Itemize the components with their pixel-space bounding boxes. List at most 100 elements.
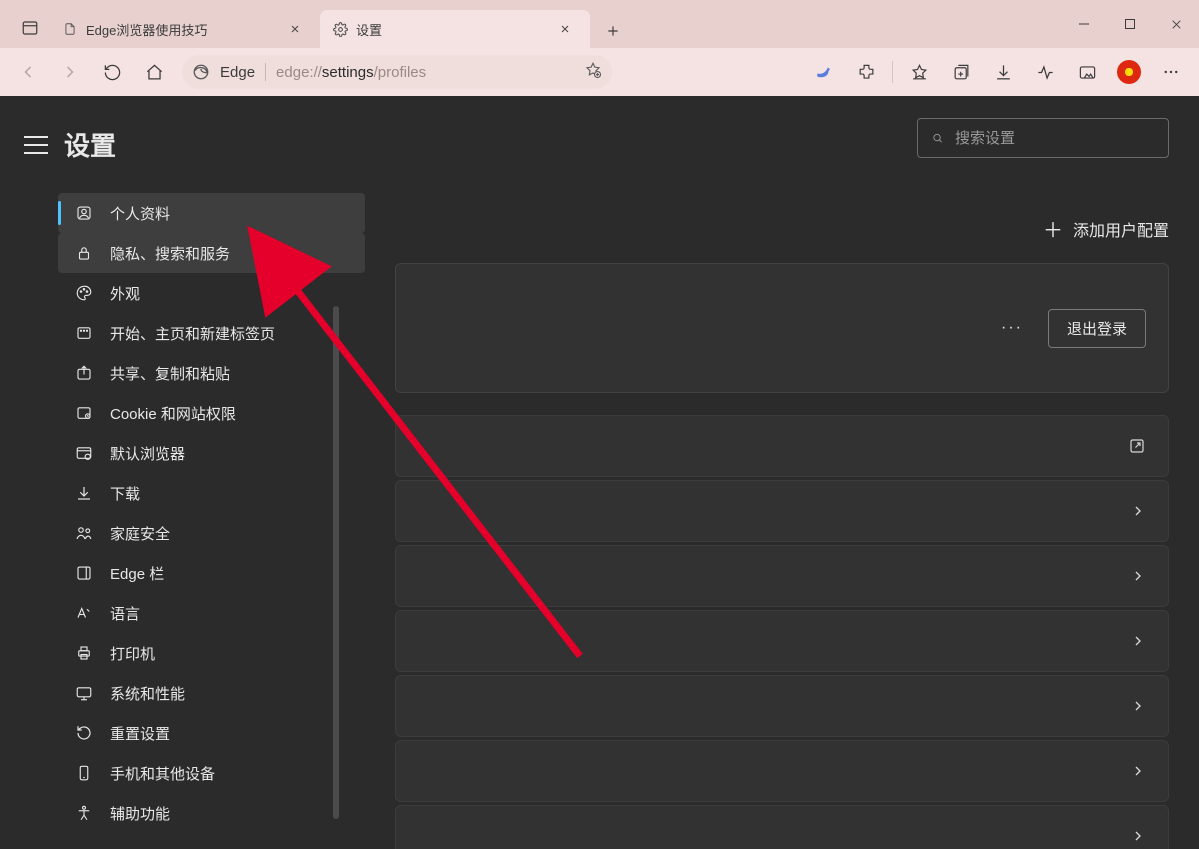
nav-item-printer[interactable]: 打印机 — [58, 633, 365, 673]
tab-actions-button[interactable] — [10, 8, 50, 48]
chevron-right-icon — [1130, 763, 1146, 779]
nav-item-accessibility[interactable]: 辅助功能 — [58, 793, 365, 833]
tab-close-button[interactable] — [282, 16, 308, 42]
extensions-button[interactable] — [846, 52, 886, 92]
page-favicon-icon — [62, 21, 78, 37]
home-button[interactable] — [134, 52, 174, 92]
settings-row[interactable] — [395, 740, 1169, 802]
nav-item-label: 重置设置 — [110, 723, 170, 744]
settings-search[interactable] — [917, 118, 1169, 158]
settings-row[interactable] — [395, 415, 1169, 477]
cookie-icon — [74, 403, 94, 423]
nav-item-label: 外观 — [110, 283, 140, 304]
extension-bird-icon[interactable] — [804, 52, 844, 92]
downloads-button[interactable] — [983, 52, 1023, 92]
nav-item-system[interactable]: 系统和性能 — [58, 673, 365, 713]
nav-item-lock[interactable]: 隐私、搜索和服务 — [58, 233, 365, 273]
settings-search-input[interactable] — [955, 130, 1154, 147]
tab-close-button[interactable] — [552, 16, 578, 42]
back-button[interactable] — [8, 52, 48, 92]
signout-button[interactable]: 退出登录 — [1048, 309, 1146, 348]
plus-icon: ＋ — [1043, 214, 1063, 243]
nav-item-label: 语言 — [110, 603, 140, 624]
more-menu-button[interactable] — [1151, 52, 1191, 92]
start-icon — [74, 323, 94, 343]
address-bar[interactable]: Edge edge://settings/profiles — [182, 55, 612, 89]
new-tab-button[interactable] — [596, 14, 630, 48]
nav-item-palette[interactable]: 外观 — [58, 273, 365, 313]
nav-item-browser[interactable]: 默认浏览器 — [58, 433, 365, 473]
collections-button[interactable] — [941, 52, 981, 92]
nav-item-family[interactable]: 家庭安全 — [58, 513, 365, 553]
tab-title: Edge浏览器使用技巧 — [86, 20, 207, 39]
nav-item-phone[interactable]: 手机和其他设备 — [58, 753, 365, 793]
settings-row[interactable] — [395, 480, 1169, 542]
nav-item-cookie[interactable]: Cookie 和网站权限 — [58, 393, 365, 433]
forward-button[interactable] — [50, 52, 90, 92]
settings-sidebar: 设置 个人资料隐私、搜索和服务外观开始、主页和新建标签页共享、复制和粘贴Cook… — [0, 96, 395, 849]
language-icon — [74, 603, 94, 623]
chevron-right-icon — [1130, 568, 1146, 584]
chevron-right-icon — [1130, 503, 1146, 519]
nav-item-language[interactable]: 语言 — [58, 593, 365, 633]
nav-item-label: 系统和性能 — [110, 683, 185, 704]
open-external-icon — [1128, 437, 1146, 455]
title-bar: Edge浏览器使用技巧 设置 — [0, 0, 1199, 48]
settings-row[interactable] — [395, 675, 1169, 737]
tab-title: 设置 — [356, 20, 382, 39]
nav-item-label: 下载 — [110, 483, 140, 504]
nav-item-sidebar[interactable]: Edge 栏 — [58, 553, 365, 593]
settings-content: 设置 个人资料隐私、搜索和服务外观开始、主页和新建标签页共享、复制和粘贴Cook… — [0, 96, 1199, 849]
profile-more-button[interactable]: ··· — [994, 319, 1030, 337]
performance-button[interactable] — [1025, 52, 1065, 92]
profile-settings-list — [395, 415, 1169, 849]
nav-item-start[interactable]: 开始、主页和新建标签页 — [58, 313, 365, 353]
settings-main: ＋ 添加用户配置 ··· 退出登录 — [395, 96, 1199, 849]
minimize-button[interactable] — [1061, 0, 1107, 48]
menu-toggle-button[interactable] — [24, 136, 48, 154]
country-flag-icon[interactable] — [1109, 52, 1149, 92]
browser-icon — [74, 443, 94, 463]
phone-icon — [74, 763, 94, 783]
tab-edge-tips[interactable]: Edge浏览器使用技巧 — [50, 10, 320, 48]
settings-row[interactable] — [395, 610, 1169, 672]
nav-item-download[interactable]: 下载 — [58, 473, 365, 513]
accessibility-icon — [74, 803, 94, 823]
nav-item-share[interactable]: 共享、复制和粘贴 — [58, 353, 365, 393]
nav-item-reset[interactable]: 重置设置 — [58, 713, 365, 753]
chevron-right-icon — [1130, 698, 1146, 714]
chevron-right-icon — [1130, 828, 1146, 844]
address-url: edge://settings/profiles — [276, 64, 574, 81]
sidebar-scrollbar[interactable] — [333, 306, 339, 819]
nav-item-profile[interactable]: 个人资料 — [58, 193, 365, 233]
address-brand: Edge — [220, 64, 255, 81]
refresh-button[interactable] — [92, 52, 132, 92]
lock-icon — [74, 243, 94, 263]
palette-icon — [74, 283, 94, 303]
profile-card: ··· 退出登录 — [395, 263, 1169, 393]
add-profile-label: 添加用户配置 — [1073, 217, 1169, 241]
address-divider — [265, 63, 266, 81]
nav-item-label: 辅助功能 — [110, 803, 170, 824]
add-favorite-icon[interactable] — [584, 61, 602, 83]
reset-icon — [74, 723, 94, 743]
nav-item-label: 打印机 — [110, 643, 155, 664]
favorites-button[interactable] — [899, 52, 939, 92]
screenshot-button[interactable] — [1067, 52, 1107, 92]
maximize-button[interactable] — [1107, 0, 1153, 48]
system-icon — [74, 683, 94, 703]
browser-toolbar: Edge edge://settings/profiles — [0, 48, 1199, 96]
settings-row[interactable] — [395, 805, 1169, 849]
window-controls — [1061, 0, 1199, 48]
share-icon — [74, 363, 94, 383]
chevron-right-icon — [1130, 633, 1146, 649]
nav-item-label: 默认浏览器 — [110, 443, 185, 464]
tab-settings[interactable]: 设置 — [320, 10, 590, 48]
settings-row[interactable] — [395, 545, 1169, 607]
profile-icon — [74, 203, 94, 223]
close-window-button[interactable] — [1153, 0, 1199, 48]
printer-icon — [74, 643, 94, 663]
add-profile-button[interactable]: ＋ 添加用户配置 — [1043, 214, 1169, 243]
download-icon — [74, 483, 94, 503]
edge-logo-icon — [192, 63, 210, 81]
